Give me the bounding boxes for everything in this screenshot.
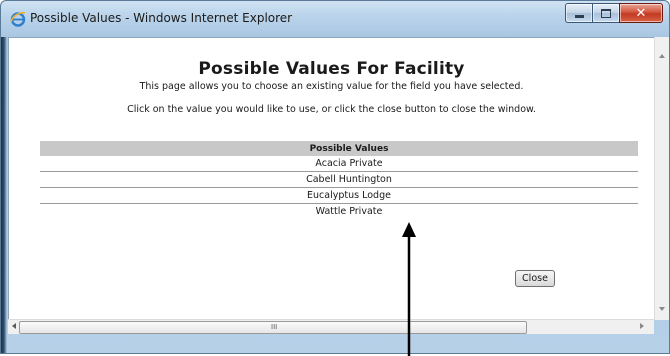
value-cell[interactable]: Eucalyptus Lodge (40, 187, 638, 204)
value-cell[interactable]: Wattle Private (40, 204, 638, 220)
page-title: Possible Values For Facility (198, 59, 465, 79)
close-button[interactable]: Close (515, 270, 555, 287)
close-icon: ✕ (635, 5, 647, 21)
value-cell[interactable]: Cabell Huntington (40, 171, 638, 188)
window-close-button[interactable]: ✕ (619, 3, 663, 23)
window-edge-shadow (1, 37, 7, 353)
table-row[interactable]: Wattle Private (40, 204, 638, 220)
possible-values-table: Possible Values Acacia Private Cabell Hu… (40, 141, 638, 219)
value-cell[interactable]: Acacia Private (40, 156, 638, 172)
table-header-row: Possible Values (40, 141, 638, 156)
instruction-text: Click on the value you would like to use… (127, 104, 536, 115)
table-row[interactable]: Cabell Huntington (40, 171, 638, 188)
scroll-right-arrow-icon[interactable] (640, 323, 644, 329)
horizontal-scrollbar[interactable]: III (8, 319, 654, 334)
minimize-button[interactable] (565, 3, 592, 23)
minimize-icon (574, 14, 584, 18)
column-header-possible-values: Possible Values (40, 141, 638, 156)
scroll-grip: III (271, 323, 278, 331)
horizontal-scroll-thumb[interactable]: III (19, 321, 527, 334)
page-content: Possible Values For Facility This page a… (8, 37, 654, 320)
scroll-down-arrow-icon[interactable] (659, 307, 665, 311)
browser-window: Possible Values - Windows Internet Explo… (0, 0, 670, 354)
maximize-button[interactable] (592, 3, 619, 23)
table-row[interactable]: Eucalyptus Lodge (40, 187, 638, 204)
internet-explorer-icon (10, 11, 26, 27)
vertical-scrollbar[interactable] (654, 37, 669, 320)
table-row[interactable]: Acacia Private (40, 156, 638, 172)
maximize-icon (601, 8, 611, 18)
title-bar[interactable]: Possible Values - Windows Internet Explo… (1, 1, 669, 37)
caption-buttons: ✕ (565, 3, 663, 23)
intro-text: This page allows you to choose an existi… (139, 81, 524, 92)
window-title: Possible Values - Windows Internet Explo… (30, 11, 293, 25)
scroll-up-arrow-icon[interactable] (659, 54, 665, 58)
scroll-left-arrow-icon[interactable] (12, 323, 16, 329)
